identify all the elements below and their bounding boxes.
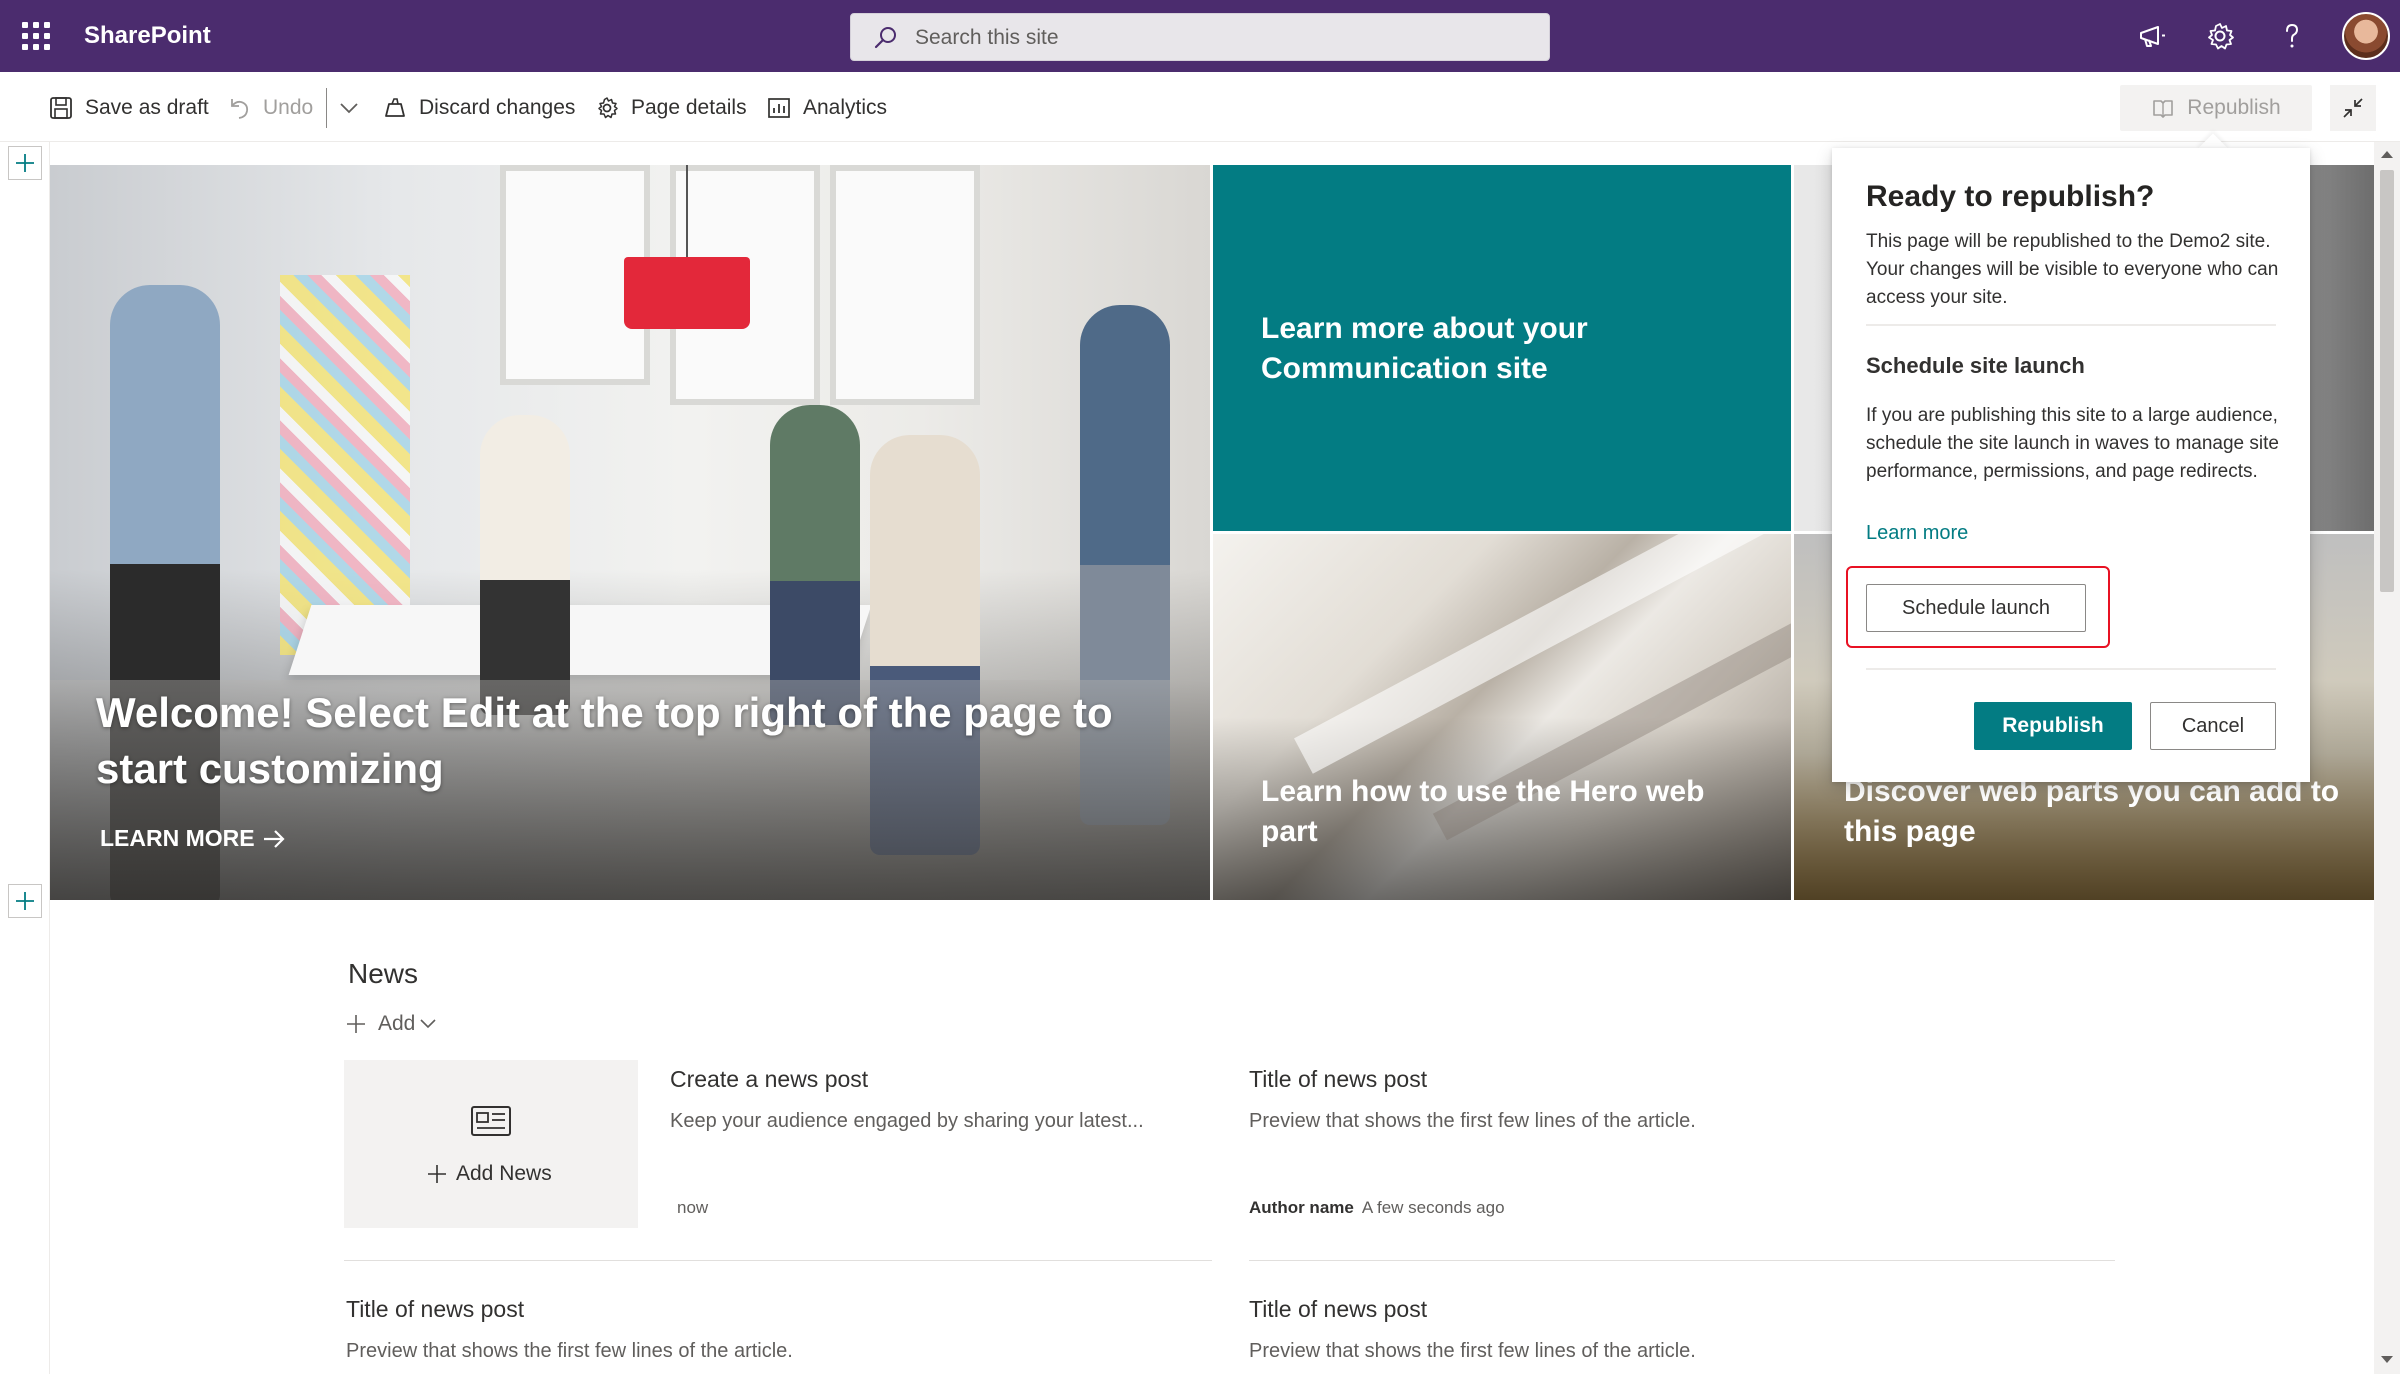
republish-button[interactable]: Republish (1974, 702, 2132, 750)
page-details-button[interactable]: Page details (594, 92, 747, 124)
left-gutter (0, 142, 50, 1374)
help-icon[interactable] (2274, 18, 2310, 54)
news-divider (344, 1260, 1212, 1261)
command-bar: Save as draft Undo Discard changes Page … (0, 72, 2400, 142)
news-item-title[interactable]: Title of news post (1249, 1296, 1427, 1323)
panel-title: Ready to republish? (1866, 180, 2155, 213)
discard-changes-label: Discard changes (419, 96, 576, 119)
discard-changes-button[interactable]: Discard changes (382, 92, 575, 124)
chevron-down-icon[interactable] (338, 100, 360, 116)
plus-icon (347, 1015, 365, 1033)
arrow-right-icon (263, 829, 285, 848)
republish-toolbar-button[interactable]: Republish (2120, 85, 2312, 131)
hero-image-person (480, 415, 570, 715)
add-news-button[interactable]: Add News (426, 1162, 552, 1186)
hero-image-lamp-cord (686, 165, 688, 257)
waffle-icon[interactable] (22, 22, 50, 50)
news-item-preview: Keep your audience engaged by sharing yo… (670, 1110, 1144, 1132)
hero-image-window (830, 165, 980, 405)
chevron-down-icon (420, 1019, 436, 1029)
search-box[interactable] (850, 13, 1550, 61)
megaphone-icon[interactable] (2134, 18, 2170, 54)
save-as-draft-button[interactable]: Save as draft (48, 92, 209, 124)
cancel-button[interactable]: Cancel (2150, 702, 2276, 750)
analytics-button[interactable]: Analytics (766, 92, 887, 124)
plus-icon (16, 892, 34, 910)
newspaper-icon (471, 1106, 511, 1136)
analytics-icon (768, 98, 790, 118)
book-icon (2153, 100, 2174, 118)
learn-more-label: LEARN MORE (100, 825, 255, 851)
news-add-button[interactable]: Add (344, 1012, 437, 1036)
schedule-section-title: Schedule site launch (1866, 353, 2085, 378)
save-icon (50, 97, 72, 119)
news-section-title: News (348, 958, 419, 989)
search-input[interactable] (915, 22, 1515, 54)
hero-tile-title: Learn how to use the Hero web part (1261, 775, 1705, 848)
hero-image-sticky-notes (280, 275, 410, 655)
app-name[interactable]: SharePoint (84, 22, 211, 50)
scroll-up-icon[interactable] (2380, 148, 2394, 160)
avatar[interactable] (2342, 12, 2390, 60)
news-item-title[interactable]: Title of news post (346, 1296, 524, 1323)
add-news-card[interactable]: Add News (344, 1060, 638, 1228)
news-item-preview: Preview that shows the first few lines o… (1249, 1340, 1696, 1362)
hero-image-person (770, 405, 860, 725)
add-section-button[interactable] (8, 884, 42, 918)
save-as-draft-label: Save as draft (85, 96, 209, 119)
undo-label: Undo (263, 96, 314, 119)
news-item-meta: Author name A few seconds ago (1249, 1198, 1505, 1218)
panel-divider (1866, 668, 2276, 670)
toolbar-divider (326, 88, 327, 128)
news-item-time: A few seconds ago (1361, 1198, 1505, 1217)
news-item-time: now (677, 1198, 709, 1217)
collapse-button[interactable] (2330, 85, 2376, 131)
republish-toolbar-label: Republish (2187, 96, 2281, 119)
undo-icon (231, 99, 249, 119)
hero-image-red-lamp (624, 257, 750, 329)
schedule-section-body: If you are publishing this site to a lar… (1866, 405, 2279, 482)
hero-tile-communication-site[interactable]: Learn more about your Communication site (1213, 165, 1791, 531)
schedule-launch-button[interactable]: Schedule launch (1866, 584, 2086, 632)
scroll-thumb[interactable] (2380, 170, 2394, 592)
news-item-title[interactable]: Create a news post (670, 1066, 868, 1093)
panel-divider (1866, 324, 2276, 326)
hero-tile-title: Learn more about your Communication site (1261, 312, 1588, 385)
learn-more-link[interactable]: Learn more (1866, 522, 1968, 545)
page-details-label: Page details (631, 96, 747, 119)
gear-icon (598, 97, 618, 119)
search-icon (874, 27, 896, 49)
analytics-label: Analytics (803, 96, 888, 119)
news-item-preview: Preview that shows the first few lines o… (346, 1340, 793, 1362)
hero-tile-hero-web-part[interactable]: Learn how to use the Hero web part (1213, 534, 1791, 900)
learn-more-link[interactable]: LEARN MORE (100, 825, 287, 852)
gear-icon[interactable] (2202, 18, 2238, 54)
news-item-title[interactable]: Title of news post (1249, 1066, 1427, 1093)
scroll-down-icon[interactable] (2380, 1354, 2394, 1366)
hero-main-title: Welcome! Select Edit at the top right of… (96, 689, 1113, 792)
news-add-label: Add (378, 1012, 416, 1035)
add-news-label: Add News (456, 1162, 552, 1185)
suite-bar: SharePoint (0, 0, 2400, 72)
plus-icon (16, 154, 34, 172)
discard-icon (385, 98, 405, 117)
hero-tile-image-beam (1294, 534, 1772, 774)
hero-tile-title: Discover web parts you can add to this p… (1844, 775, 2340, 848)
add-section-button[interactable] (8, 146, 42, 180)
collapse-icon (2343, 98, 2363, 118)
news-item-preview: Preview that shows the first few lines o… (1249, 1110, 1696, 1132)
plus-icon (428, 1165, 446, 1183)
undo-button[interactable]: Undo (226, 92, 313, 124)
news-divider (1249, 1260, 2115, 1261)
news-item-author[interactable]: Author name (1249, 1198, 1354, 1217)
hero-main-tile[interactable]: Welcome! Select Edit at the top right of… (50, 165, 1210, 900)
panel-description: This page will be republished to the Dem… (1866, 231, 2279, 308)
news-item-meta: now (677, 1198, 708, 1218)
republish-panel: Ready to republish? This page will be re… (1832, 148, 2310, 782)
